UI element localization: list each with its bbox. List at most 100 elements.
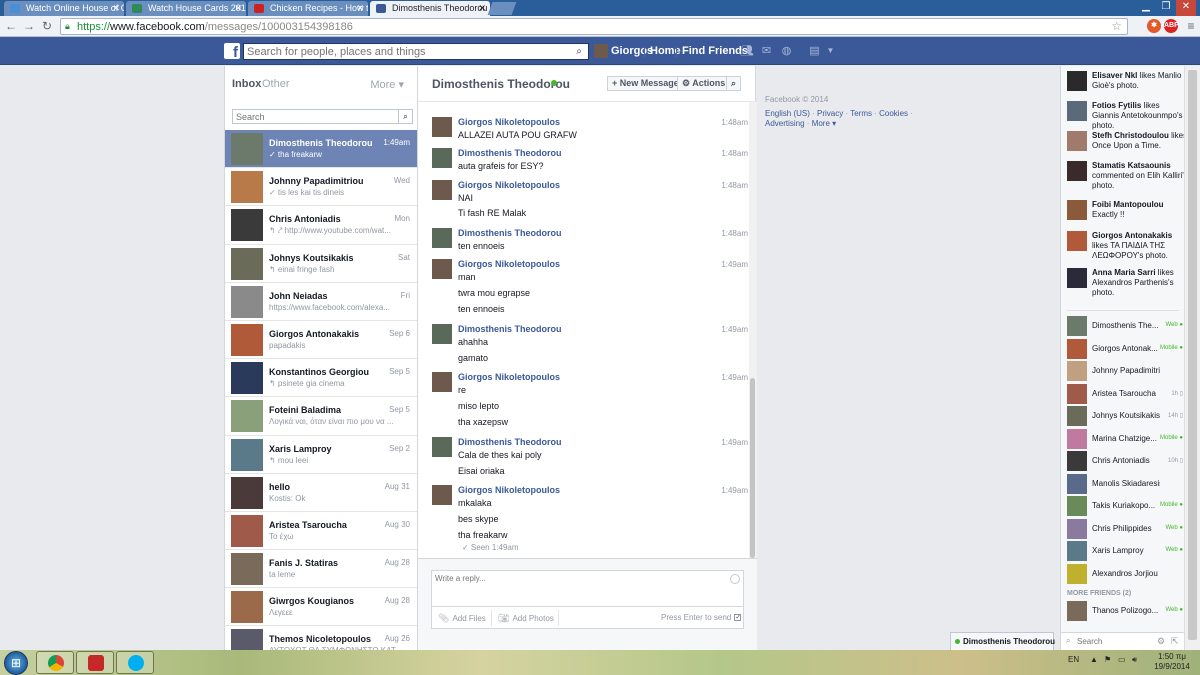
tray-expand-icon[interactable]: ▲ [1090, 655, 1098, 664]
volume-icon[interactable]: 🔊︎ [1132, 655, 1137, 665]
more-link[interactable]: More ▾ [812, 119, 836, 128]
thread-row[interactable]: Xaris Lamproy ↰ mou leei Sep 2 [225, 436, 417, 474]
privacy-shortcuts-icon[interactable]: ▤ [808, 45, 821, 57]
sender-avatar[interactable] [432, 180, 452, 200]
facebook-search-box[interactable]: ⌕ [243, 43, 589, 60]
chat-tab[interactable]: Dimosthenis Theodorou [950, 632, 1055, 650]
friend-requests-icon[interactable]: 👥︎ [740, 45, 754, 57]
close-tab-icon[interactable]: ✕ [234, 1, 242, 16]
gear-icon[interactable]: ⚙ [1157, 636, 1165, 647]
close-tab-icon[interactable]: ✕ [356, 1, 364, 16]
page-scrollbar-thumb[interactable] [1188, 70, 1197, 640]
chat-friend[interactable]: Chris Philippides Web ● [1067, 518, 1184, 539]
chat-friend[interactable]: Alexandros Jorjiou [1067, 563, 1184, 584]
sender-avatar[interactable] [432, 117, 452, 137]
search-icon[interactable]: ⌕ [398, 110, 412, 123]
add-files-button[interactable]: 📎︎ Add Files [438, 613, 486, 624]
thread-row[interactable]: Themos NicoletopoulosΑΥΤΟΧΟΤ ΘΑ ΣΥΜΦΩΝΗΣ… [225, 626, 417, 650]
tab-other[interactable]: Other [262, 78, 290, 90]
chat-search-input[interactable] [1077, 635, 1147, 648]
ticker-name[interactable]: Foibi Mantopoulou [1092, 200, 1164, 209]
message-sender[interactable]: Dimosthenis Theodorou [458, 324, 562, 334]
page-scrollbar[interactable] [1184, 66, 1200, 650]
chat-friend[interactable]: Aristea Tsaroucha 1h ▯ [1067, 383, 1184, 404]
back-icon[interactable]: ← [4, 19, 18, 33]
chat-friend[interactable]: Johnys Koutsikakis 14h ▯ [1067, 406, 1184, 426]
chrome-menu-icon[interactable]: ≡ [1184, 19, 1198, 33]
thread-row[interactable]: Chris Antoniadis ↰ ⤤ http://www.youtube.c… [225, 206, 417, 245]
scrollbar-thumb[interactable] [750, 378, 755, 558]
browser-tab[interactable]: Watch House Cards 2013 ✕ [126, 1, 246, 16]
thread-row[interactable]: Johnny Papadimitriou ✓ tis les kai tis di… [225, 168, 417, 207]
sender-avatar[interactable] [432, 228, 452, 248]
close-window-button[interactable]: ✕ [1176, 0, 1196, 16]
taskbar-app[interactable] [76, 651, 114, 674]
message-sender[interactable]: Dimosthenis Theodorou [458, 228, 562, 238]
chat-friend[interactable]: Chris Antoniadis 10h ▯ [1067, 451, 1184, 471]
privacy-link[interactable]: Privacy [817, 109, 843, 118]
tab-inbox[interactable]: Inbox [232, 78, 261, 90]
bookmark-star-icon[interactable]: ☆ [1111, 19, 1122, 33]
checkbox-checked-icon[interactable]: ✓ [734, 614, 742, 622]
thread-row[interactable]: John Neiadas https://www.facebook.com/ale… [225, 283, 417, 321]
flag-icon[interactable]: ⚑ [1104, 655, 1111, 664]
thread-row[interactable]: Giorgos Antonakakis papadakis Sep 6 [225, 321, 417, 360]
ticker-name[interactable]: Anna Maria Sarri [1092, 268, 1156, 277]
system-clock[interactable]: 1:50 πμ 19/9/2014 [1148, 652, 1196, 672]
find-friends-link[interactable]: Find Friends [682, 45, 748, 57]
chat-friend[interactable]: Thanos Polizogo... Web ● [1067, 601, 1184, 621]
language-indicator[interactable]: EN [1068, 655, 1079, 664]
facebook-search-input[interactable] [244, 44, 564, 59]
inbox-search-box[interactable]: ⌕ [232, 109, 413, 124]
chat-friend[interactable]: Johnny Papadimitriou [1067, 361, 1184, 381]
ticker-name[interactable]: Fotios Fytilis [1092, 101, 1141, 110]
reply-input[interactable] [431, 570, 744, 607]
account-menu-chevron-icon[interactable]: ▼ [824, 45, 837, 57]
user-avatar[interactable] [594, 44, 608, 58]
message-sender[interactable]: Giorgos Nikoletopoulos [458, 259, 560, 269]
conversation-title[interactable]: Dimosthenis Theodorou [432, 77, 570, 91]
search-icon[interactable]: ⌕ [572, 44, 586, 59]
browser-tab[interactable]: Watch Online House of C ✕ [4, 1, 124, 16]
thread-row[interactable]: Foteini Baladima Λογικά ναι, όταν είναι π… [225, 397, 417, 436]
thread-row[interactable]: Johnys Koutsikakis ↰ einai fringe fash Sat [225, 245, 417, 283]
search-conversation-button[interactable]: ⌕ [726, 76, 742, 91]
taskbar-chrome[interactable] [36, 651, 74, 674]
message-sender[interactable]: Dimosthenis Theodorou [458, 148, 562, 158]
chat-friend[interactable]: Dimosthenis The... Web ● [1067, 316, 1184, 336]
address-bar[interactable]: 🔒︎ https://www.facebook.com/messages/100… [60, 18, 1128, 35]
taskbar-skype[interactable] [116, 651, 154, 674]
close-tab-icon[interactable]: ✕ [478, 1, 486, 16]
new-tab-button[interactable] [487, 2, 517, 15]
message-sender[interactable]: Giorgos Nikoletopoulos [458, 372, 560, 382]
reload-icon[interactable]: ↻ [40, 19, 54, 33]
chat-friend[interactable]: Manolis Skiadaresis [1067, 473, 1184, 494]
sender-avatar[interactable] [432, 372, 452, 392]
messages-icon[interactable]: ✉ [760, 45, 773, 57]
sender-avatar[interactable] [432, 485, 452, 505]
inbox-more-menu[interactable]: More ▾ [370, 78, 404, 91]
notifications-icon[interactable]: ◍ [780, 45, 793, 57]
popout-icon[interactable]: ⇱ [1171, 636, 1179, 647]
message-sender[interactable]: Giorgos Nikoletopoulos [458, 485, 560, 495]
ticker-name[interactable]: Giorgos Antonakakis [1092, 231, 1172, 240]
adblock-icon[interactable]: ABP [1164, 19, 1179, 33]
close-tab-icon[interactable]: ✕ [112, 1, 120, 16]
extension-icon[interactable]: ✱ [1147, 19, 1161, 33]
sender-avatar[interactable] [432, 324, 452, 344]
chat-search-box[interactable]: ⌕ ⚙ ⇱ [1061, 632, 1184, 650]
language-link[interactable]: English (US) [765, 109, 810, 118]
message-scrollbar[interactable] [749, 102, 757, 558]
chat-friend[interactable]: Xaris Lamproy Web ● [1067, 541, 1184, 561]
thread-row[interactable]: hello Kostis: Ok Aug 31 [225, 474, 417, 512]
profile-link[interactable]: Giorgos [611, 45, 653, 57]
start-button[interactable]: ⊞ [4, 651, 28, 675]
press-enter-toggle[interactable]: Press Enter to send ✓ [661, 613, 742, 622]
add-photos-button[interactable]: 📷︎ Add Photos [498, 613, 554, 624]
thread-row[interactable]: Giwrgos Kougianos Λεγεεε Aug 28 [225, 588, 417, 627]
sender-avatar[interactable] [432, 259, 452, 279]
forward-icon[interactable]: → [22, 19, 36, 33]
message-sender[interactable]: Giorgos Nikoletopoulos [458, 180, 560, 190]
chat-friend[interactable]: Takis Kuriakopo... Mobile ● [1067, 496, 1184, 516]
thread-row[interactable]: Dimosthenis Theodorou ✓ tha freakarw 1:49a… [225, 130, 417, 169]
